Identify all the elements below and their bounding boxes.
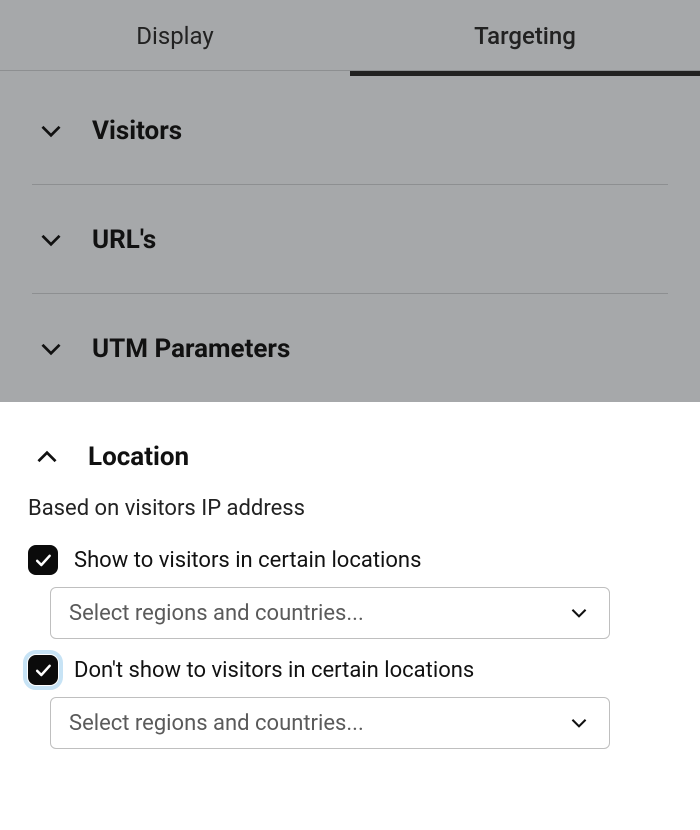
chevron-down-icon: [567, 601, 591, 625]
select-show-locations-placeholder: Select regions and countries...: [69, 601, 364, 626]
tabs: Display Targeting: [0, 0, 700, 71]
chevron-down-icon: [36, 225, 66, 255]
accordion-title-urls: URL's: [92, 225, 156, 255]
label-show-locations: Show to visitors in certain locations: [74, 548, 421, 573]
label-hide-locations: Don't show to visitors in certain locati…: [74, 658, 474, 683]
accordion-visitors[interactable]: Visitors: [32, 76, 668, 184]
select-hide-locations-placeholder: Select regions and countries...: [69, 711, 364, 736]
accordion-title-utm: UTM Parameters: [92, 334, 290, 364]
location-subtext: Based on visitors IP address: [28, 496, 672, 545]
checkbox-hide-locations[interactable]: [28, 655, 58, 685]
tab-underline: [0, 71, 700, 76]
accordion-title-visitors: Visitors: [92, 116, 182, 146]
chevron-down-icon: [36, 334, 66, 364]
chevron-down-icon: [36, 116, 66, 146]
select-hide-locations[interactable]: Select regions and countries...: [50, 697, 610, 749]
accordion-urls[interactable]: URL's: [32, 185, 668, 293]
chevron-up-icon: [32, 442, 62, 472]
accordion-title-location: Location: [88, 442, 189, 472]
chevron-down-icon: [567, 711, 591, 735]
accordion-utm[interactable]: UTM Parameters: [32, 294, 668, 402]
select-show-locations[interactable]: Select regions and countries...: [50, 587, 610, 639]
accordion-location[interactable]: Location: [28, 402, 672, 496]
tab-targeting[interactable]: Targeting: [350, 0, 700, 70]
tab-display[interactable]: Display: [0, 0, 350, 70]
checkbox-show-locations[interactable]: [28, 545, 58, 575]
